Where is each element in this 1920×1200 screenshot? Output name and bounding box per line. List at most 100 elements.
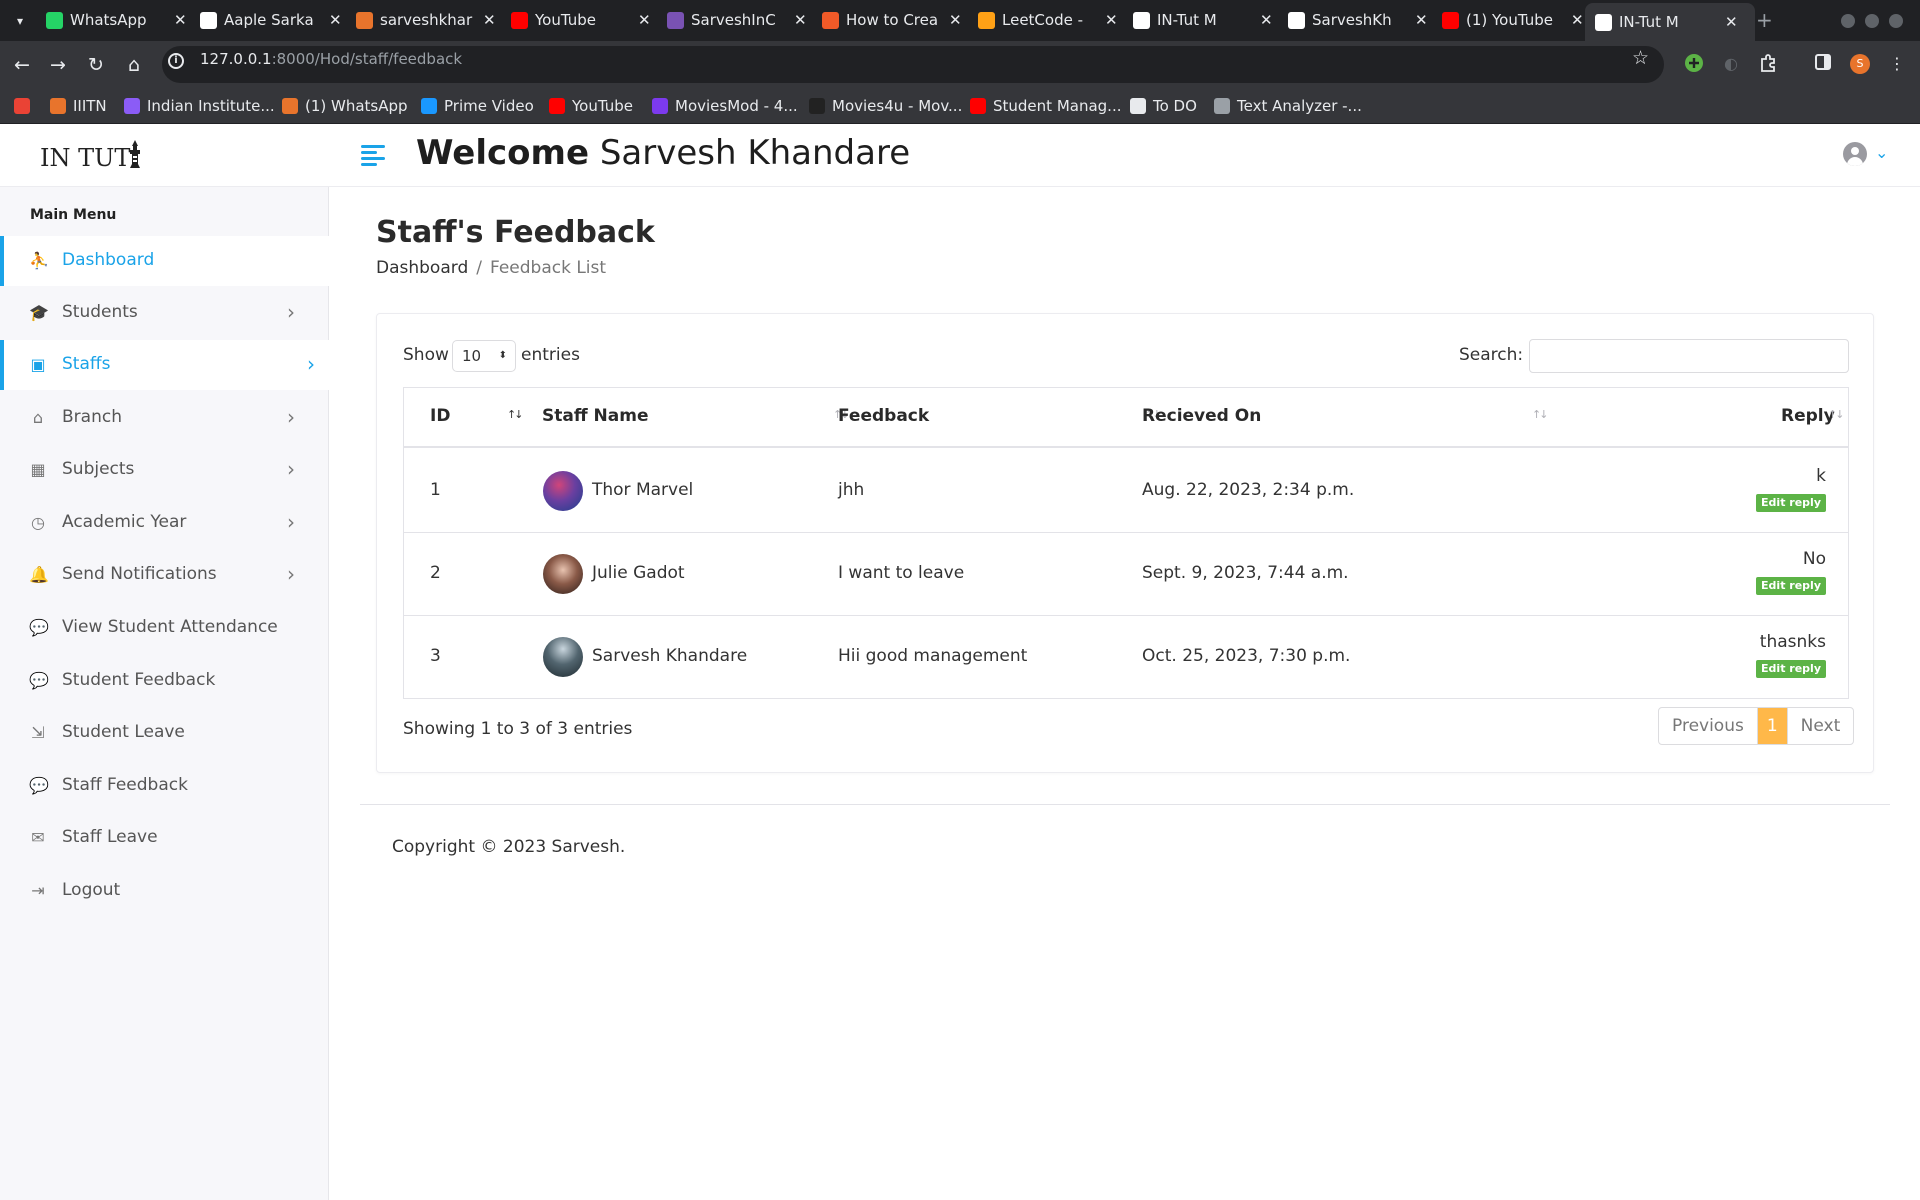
bookmark-item[interactable]: Movies4u - Mov...: [809, 95, 962, 117]
tab-close-icon[interactable]: ✕: [483, 6, 496, 35]
extension-plus-icon[interactable]: [1683, 53, 1705, 75]
user-avatar-icon[interactable]: [1843, 142, 1867, 166]
sort-icon[interactable]: ↑↓: [1828, 408, 1845, 421]
sidebar-item-student-feedback[interactable]: 💬 Student Feedback: [0, 656, 329, 706]
profile-avatar[interactable]: S: [1849, 53, 1871, 75]
bookmark-item[interactable]: Prime Video: [421, 95, 534, 117]
sort-icon[interactable]: ↑↓: [507, 408, 524, 421]
sidebar-item-subjects[interactable]: ▦ Subjects ›: [0, 445, 329, 495]
tab-search-icon[interactable]: ▾: [10, 11, 30, 31]
welcome-heading: Welcome Sarvesh Khandare: [416, 133, 911, 173]
browser-tab[interactable]: Aaple Sarka ✕: [200, 6, 342, 35]
tab-close-icon[interactable]: ✕: [1105, 6, 1118, 35]
browser-menu-icon[interactable]: ⋮: [1886, 53, 1908, 75]
logo-area[interactable]: IN TUT: [0, 125, 329, 187]
side-panel-icon[interactable]: [1812, 53, 1834, 75]
page-1-button[interactable]: 1: [1757, 708, 1788, 744]
sidebar-item-label: Student Leave: [62, 722, 185, 742]
sidebar-item-branch[interactable]: ⌂ Branch ›: [0, 393, 329, 443]
sidebar-item-academic-year[interactable]: ◷ Academic Year ›: [0, 498, 329, 548]
bookmark-item[interactable]: To DO: [1130, 95, 1197, 117]
bookmark-item[interactable]: (1) WhatsApp: [282, 95, 408, 117]
gmail-icon: [14, 98, 30, 114]
window-close-button[interactable]: [1889, 14, 1903, 28]
sidebar-item-staff-leave[interactable]: ✉ Staff Leave: [0, 813, 329, 863]
reload-icon[interactable]: ↻: [84, 53, 108, 77]
tab-close-icon[interactable]: ✕: [329, 6, 342, 35]
sidebar-item-send-notifications[interactable]: 🔔 Send Notifications ›: [0, 550, 329, 600]
tab-close-icon[interactable]: ✕: [1260, 6, 1273, 35]
sidebar-item-view-student-attendance[interactable]: 💬 View Student Attendance: [0, 603, 329, 653]
bookmark-item[interactable]: YouTube: [549, 95, 633, 117]
tab-close-icon[interactable]: ✕: [1725, 3, 1738, 41]
browser-tab[interactable]: SarveshKh ✕: [1288, 6, 1428, 35]
browser-tab[interactable]: sarveshkhar ✕: [356, 6, 496, 35]
browser-tab[interactable]: IN-Tut M ✕: [1585, 3, 1755, 41]
bookmark-item[interactable]: Indian Institute...: [124, 95, 275, 117]
cell-received-on: Oct. 25, 2023, 7:30 p.m.: [1142, 646, 1351, 666]
subjects-icon: ▦: [30, 460, 46, 479]
column-header-reply[interactable]: Reply: [1781, 406, 1835, 426]
browser-tab[interactable]: LeetCode - ✕: [978, 6, 1118, 35]
sort-icon[interactable]: ↑↓: [1532, 408, 1549, 421]
new-tab-button[interactable]: +: [1756, 8, 1773, 32]
column-header-id[interactable]: ID: [430, 406, 450, 426]
cell-reply: thasnks: [1759, 632, 1826, 652]
entries-select[interactable]: 10 ⬍: [452, 340, 516, 372]
tab-close-icon[interactable]: ✕: [1571, 6, 1584, 35]
previous-page-button[interactable]: Previous: [1659, 708, 1758, 744]
cell-feedback: I want to leave: [838, 563, 965, 583]
forward-icon[interactable]: →: [46, 53, 70, 77]
sidebar-item-staffs[interactable]: ▣ Staffs ›: [0, 340, 329, 390]
tab-close-icon[interactable]: ✕: [174, 6, 187, 35]
column-header-received-on[interactable]: Recieved On: [1142, 406, 1261, 426]
sidebar-toggle-icon[interactable]: [361, 145, 385, 167]
table-row: 3 Sarvesh Khandare Hii good management Oct.…: [404, 616, 1848, 699]
edit-reply-button[interactable]: Edit reply: [1756, 494, 1826, 512]
tab-close-icon[interactable]: ✕: [1415, 6, 1428, 35]
browser-tab[interactable]: (1) YouTube ✕: [1442, 6, 1584, 35]
sidebar-item-logout[interactable]: ⇥ Logout: [0, 866, 329, 916]
bookmark-label: Student Manag...: [993, 97, 1122, 115]
window-maximize-button[interactable]: [1865, 14, 1879, 28]
browser-tab[interactable]: WhatsApp ✕: [46, 6, 187, 35]
bookmark-item[interactable]: [14, 95, 37, 117]
bookmark-item[interactable]: Student Manag...: [970, 95, 1121, 117]
browser-tab[interactable]: YouTube ✕: [511, 6, 651, 35]
home-icon[interactable]: ⌂: [122, 53, 146, 77]
column-header-feedback[interactable]: Feedback: [838, 406, 929, 426]
site-info-icon[interactable]: i: [168, 53, 184, 69]
edit-reply-button[interactable]: Edit reply: [1756, 660, 1826, 678]
bell-icon: 🔔: [29, 565, 49, 584]
browser-tab[interactable]: SarveshInC ✕: [667, 6, 807, 35]
bookmark-item[interactable]: Text Analyzer -...: [1214, 95, 1362, 117]
feedback-table: ID ↑↓ Staff Name ↑↓ Feedback ↑↓ Recieved…: [403, 387, 1849, 699]
tab-close-icon[interactable]: ✕: [949, 6, 962, 35]
breadcrumb-dashboard[interactable]: Dashboard: [376, 258, 468, 278]
extension-dark-icon[interactable]: ◐: [1720, 53, 1742, 75]
feedback-card: Show 10 ⬍ entries Search: ID ↑↓ Staff Nam…: [376, 313, 1874, 773]
bookmark-star-icon[interactable]: ☆: [1632, 47, 1649, 69]
extensions-puzzle-icon[interactable]: [1757, 53, 1779, 75]
address-url[interactable]: 127.0.0.1:8000/Hod/staff/feedback: [200, 50, 462, 68]
search-input[interactable]: [1529, 339, 1849, 373]
sidebar-item-students[interactable]: 🎓 Students ›: [0, 288, 329, 338]
sidebar-item-dashboard[interactable]: ⛹ Dashboard: [0, 236, 329, 286]
bookmark-item[interactable]: MoviesMod - 4...: [652, 95, 798, 117]
tab-close-icon[interactable]: ✕: [638, 6, 651, 35]
edit-reply-button[interactable]: Edit reply: [1756, 577, 1826, 595]
sidebar-item-student-leave[interactable]: ⇲ Student Leave: [0, 708, 329, 758]
browser-tab[interactable]: IN-Tut M ✕: [1133, 6, 1273, 35]
back-icon[interactable]: ←: [10, 53, 34, 77]
column-header-staff-name[interactable]: Staff Name: [542, 406, 648, 426]
chevron-down-icon[interactable]: ⌄: [1875, 143, 1888, 162]
browser-tab[interactable]: How to Crea ✕: [822, 6, 962, 35]
bookmark-item[interactable]: IIITN: [50, 95, 107, 117]
sidebar-item-staff-feedback[interactable]: 💬 Staff Feedback: [0, 761, 329, 811]
tab-close-icon[interactable]: ✕: [794, 6, 807, 35]
window-minimize-button[interactable]: [1841, 14, 1855, 28]
bolt-icon: [356, 12, 373, 29]
breadcrumb: Dashboard / Feedback List: [376, 258, 606, 278]
next-page-button[interactable]: Next: [1788, 708, 1854, 744]
cell-reply: No: [1802, 549, 1826, 569]
